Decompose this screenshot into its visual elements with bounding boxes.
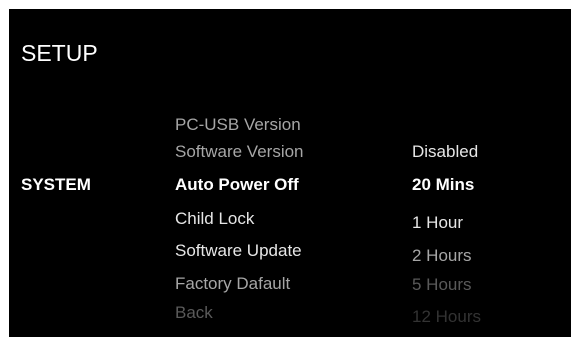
menu-item-back[interactable]: Back [175,304,213,321]
setup-screen: SETUP SYSTEM PC-USB Version Software Ver… [9,9,571,337]
option-2-hours[interactable]: 2 Hours [412,247,472,264]
menu-item-auto-power-off[interactable]: Auto Power Off [175,176,299,193]
option-disabled[interactable]: Disabled [412,143,478,160]
option-5-hours[interactable]: 5 Hours [412,276,472,293]
menu-item-pc-usb-version[interactable]: PC-USB Version [175,116,301,133]
menu-item-factory-default[interactable]: Factory Dafault [175,275,290,292]
menu-item-software-update[interactable]: Software Update [175,242,302,259]
option-20-mins[interactable]: 20 Mins [412,176,474,193]
menu-item-software-version[interactable]: Software Version [175,143,304,160]
page-title: SETUP [21,40,98,66]
option-1-hour[interactable]: 1 Hour [412,214,463,231]
option-12-hours[interactable]: 12 Hours [412,308,481,325]
category-system[interactable]: SYSTEM [21,176,91,193]
menu-item-child-lock[interactable]: Child Lock [175,210,254,227]
